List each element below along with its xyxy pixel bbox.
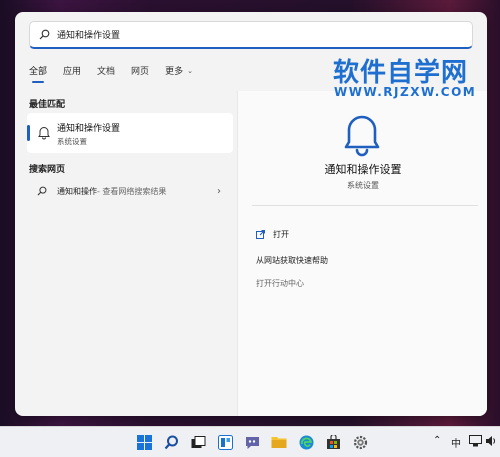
taskbar: ⌃ 中 bbox=[0, 426, 500, 457]
network-icon[interactable] bbox=[468, 434, 482, 448]
detail-pane: 通知和操作设置 系统设置 打开 从网站获取快速帮助 打开行动中心 bbox=[237, 91, 487, 416]
best-match-heading: 最佳匹配 bbox=[29, 100, 66, 110]
bell-icon bbox=[38, 127, 50, 140]
web-help-label: 从网站获取快速帮助 bbox=[256, 256, 328, 265]
watermark-url: WWW.RJZXW.COM bbox=[334, 85, 477, 99]
chevron-down-icon: ⌄ bbox=[187, 66, 193, 75]
tab-apps[interactable]: 应用 bbox=[63, 64, 81, 83]
selection-indicator bbox=[27, 125, 30, 141]
detail-title: 通知和操作设置 bbox=[324, 163, 402, 176]
divider bbox=[252, 205, 478, 206]
search-icon[interactable] bbox=[162, 433, 180, 451]
best-match-item[interactable]: 通知和操作设置 系统设置 bbox=[27, 113, 233, 153]
file-explorer-icon[interactable] bbox=[270, 433, 288, 451]
tab-more[interactable]: 更多 ⌄ bbox=[165, 64, 193, 83]
web-search-heading: 搜索网页 bbox=[29, 165, 66, 175]
tab-documents[interactable]: 文档 bbox=[97, 64, 115, 83]
ime-indicator[interactable]: 中 bbox=[451, 435, 461, 450]
web-search-suffix: - 查看网络搜索结果 bbox=[97, 186, 167, 196]
edge-browser-icon[interactable] bbox=[297, 433, 315, 451]
bell-icon bbox=[344, 115, 380, 157]
action-center-action[interactable]: 打开行动中心 bbox=[256, 278, 304, 289]
settings-gear-icon[interactable] bbox=[351, 433, 369, 451]
best-match-subtitle: 系统设置 bbox=[57, 137, 87, 146]
chevron-right-icon: › bbox=[217, 185, 221, 197]
watermark-title: 软件自学网 bbox=[333, 58, 469, 88]
search-box[interactable]: 通知和操作设置 bbox=[29, 21, 473, 49]
chat-icon[interactable] bbox=[243, 433, 261, 451]
task-view-icon[interactable] bbox=[189, 433, 207, 451]
open-action[interactable]: 打开 bbox=[256, 229, 289, 240]
chevron-up-icon[interactable]: ⌃ bbox=[433, 435, 441, 446]
search-input[interactable]: 通知和操作设置 bbox=[57, 28, 120, 41]
filter-tabs: 全部 应用 文档 网页 更多 ⌄ bbox=[29, 64, 209, 83]
widgets-icon[interactable] bbox=[216, 433, 234, 451]
detail-subtitle: 系统设置 bbox=[347, 181, 379, 190]
action-center-label: 打开行动中心 bbox=[256, 279, 304, 288]
web-help-action[interactable]: 从网站获取快速帮助 bbox=[256, 255, 328, 266]
search-icon bbox=[37, 186, 47, 196]
tab-web[interactable]: 网页 bbox=[131, 64, 149, 83]
tab-more-label: 更多 bbox=[165, 67, 184, 77]
best-match-title: 通知和操作设置 bbox=[57, 124, 121, 134]
store-icon[interactable] bbox=[324, 433, 342, 451]
tab-all[interactable]: 全部 bbox=[29, 64, 47, 83]
web-search-query: 通知和操作 bbox=[57, 186, 97, 196]
volume-icon[interactable] bbox=[484, 434, 498, 448]
windows-start-icon[interactable] bbox=[135, 433, 153, 451]
web-search-item[interactable]: 通知和操作 - 查看网络搜索结果 › bbox=[27, 181, 233, 201]
open-label: 打开 bbox=[273, 230, 289, 239]
search-icon bbox=[39, 29, 50, 40]
open-external-icon bbox=[256, 230, 265, 239]
